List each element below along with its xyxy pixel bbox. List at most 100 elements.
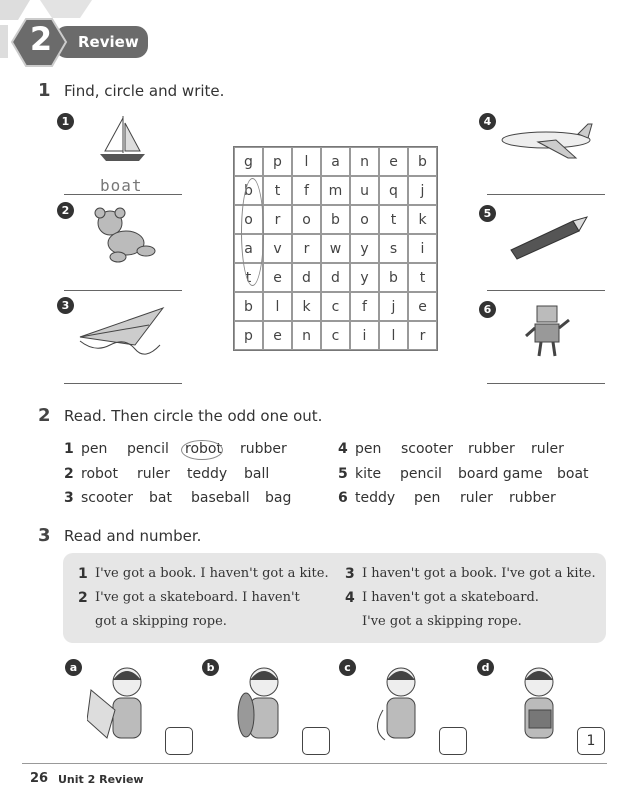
word-option[interactable]: ruler: [460, 490, 493, 506]
answer-box[interactable]: [165, 727, 193, 755]
sailboat-icon: [100, 116, 145, 161]
answer-line[interactable]: [64, 383, 182, 384]
grid-letter[interactable]: o: [292, 205, 321, 234]
word-option[interactable]: pen: [414, 490, 440, 506]
word-option[interactable]: teddy: [355, 490, 395, 506]
grid-letter[interactable]: n: [292, 321, 321, 350]
grid-letter[interactable]: t: [379, 205, 408, 234]
answer-text[interactable]: boat: [100, 176, 143, 195]
grid-letter[interactable]: n: [350, 147, 379, 176]
word-option[interactable]: board game: [458, 466, 543, 482]
teddy-bear-icon: [94, 207, 156, 263]
word-option[interactable]: bag: [265, 490, 291, 506]
grid-letter[interactable]: l: [379, 321, 408, 350]
grid-letter[interactable]: a: [321, 147, 350, 176]
sentence-text: I haven't got a book. I've got a kite.: [362, 566, 596, 581]
grid-letter[interactable]: j: [379, 292, 408, 321]
grid-letter[interactable]: c: [321, 292, 350, 321]
circled-odd-one: [181, 440, 223, 460]
answer-line[interactable]: [487, 383, 605, 384]
item-number: 3: [57, 297, 74, 314]
grid-letter[interactable]: y: [350, 263, 379, 292]
grid-letter[interactable]: i: [350, 321, 379, 350]
grid-letter[interactable]: t: [263, 176, 292, 205]
word-search-grid: gplanebbtfmuqjorobotkavrwysiteddybtblkcf…: [233, 146, 438, 351]
grid-letter[interactable]: q: [379, 176, 408, 205]
grid-letter[interactable]: b: [408, 147, 437, 176]
grid-letter[interactable]: r: [292, 234, 321, 263]
word-option[interactable]: boat: [557, 466, 589, 482]
word-option[interactable]: ruler: [531, 441, 564, 457]
grid-letter[interactable]: i: [408, 234, 437, 263]
grid-letter[interactable]: d: [321, 263, 350, 292]
exercise-1-number: 1: [38, 80, 51, 101]
picture-letter: d: [477, 659, 494, 676]
word-option[interactable]: robot: [81, 466, 118, 482]
sentence-number: 1: [78, 566, 88, 582]
item-number: 4: [479, 113, 496, 130]
word-option[interactable]: rubber: [509, 490, 556, 506]
circled-word-boat: [241, 178, 264, 286]
grid-letter[interactable]: s: [379, 234, 408, 263]
word-option[interactable]: ball: [244, 466, 269, 482]
word-option[interactable]: ruler: [137, 466, 170, 482]
word-option[interactable]: pencil: [400, 466, 442, 482]
answer-line[interactable]: [64, 194, 182, 195]
word-option[interactable]: bat: [149, 490, 172, 506]
boy-with-skateboard-icon: [237, 667, 279, 739]
answer-line[interactable]: [64, 290, 182, 291]
grid-letter[interactable]: l: [292, 147, 321, 176]
word-option[interactable]: pen: [355, 441, 381, 457]
grid-letter[interactable]: r: [408, 321, 437, 350]
word-option[interactable]: rubber: [468, 441, 515, 457]
word-option[interactable]: pen: [81, 441, 107, 457]
word-option[interactable]: pencil: [127, 441, 169, 457]
answer-box[interactable]: 1: [577, 727, 605, 755]
grid-letter[interactable]: j: [408, 176, 437, 205]
sentence-text: I haven't got a skateboard.: [362, 590, 539, 605]
grid-letter[interactable]: w: [321, 234, 350, 263]
word-option[interactable]: rubber: [240, 441, 287, 457]
grid-letter[interactable]: f: [350, 292, 379, 321]
grid-letter[interactable]: k: [408, 205, 437, 234]
sentence-text: I've got a book. I haven't got a kite.: [95, 566, 329, 581]
grid-letter[interactable]: m: [321, 176, 350, 205]
word-option[interactable]: scooter: [401, 441, 453, 457]
sentence-text: I've got a skateboard. I haven't: [95, 590, 300, 605]
grid-letter[interactable]: p: [234, 321, 263, 350]
answer-box[interactable]: [439, 727, 467, 755]
grid-letter[interactable]: l: [263, 292, 292, 321]
grid-letter[interactable]: g: [234, 147, 263, 176]
word-option[interactable]: scooter: [81, 490, 133, 506]
grid-letter[interactable]: e: [263, 321, 292, 350]
sentence-number: 3: [345, 566, 355, 582]
grid-letter[interactable]: o: [350, 205, 379, 234]
grid-letter[interactable]: f: [292, 176, 321, 205]
grid-letter[interactable]: r: [263, 205, 292, 234]
grid-letter[interactable]: k: [292, 292, 321, 321]
robot-icon: [525, 305, 570, 357]
grid-letter[interactable]: d: [292, 263, 321, 292]
item-number: 5: [479, 205, 496, 222]
grid-letter[interactable]: t: [408, 263, 437, 292]
grid-letter[interactable]: e: [408, 292, 437, 321]
answer-box[interactable]: [302, 727, 330, 755]
answer-line[interactable]: [487, 194, 605, 195]
grid-letter[interactable]: e: [379, 147, 408, 176]
pencil-icon: [510, 216, 588, 260]
grid-letter[interactable]: b: [321, 205, 350, 234]
grid-letter[interactable]: p: [263, 147, 292, 176]
grid-letter[interactable]: c: [321, 321, 350, 350]
answer-line[interactable]: [487, 290, 605, 291]
word-option[interactable]: teddy: [187, 466, 227, 482]
grid-letter[interactable]: b: [234, 292, 263, 321]
row-number: 2: [64, 466, 74, 482]
exercise-1-instruction: Find, circle and write.: [64, 82, 225, 100]
grid-letter[interactable]: y: [350, 234, 379, 263]
grid-letter[interactable]: v: [263, 234, 292, 263]
grid-letter[interactable]: b: [379, 263, 408, 292]
word-option[interactable]: kite: [355, 466, 381, 482]
grid-letter[interactable]: e: [263, 263, 292, 292]
grid-letter[interactable]: u: [350, 176, 379, 205]
word-option[interactable]: baseball: [191, 490, 250, 506]
